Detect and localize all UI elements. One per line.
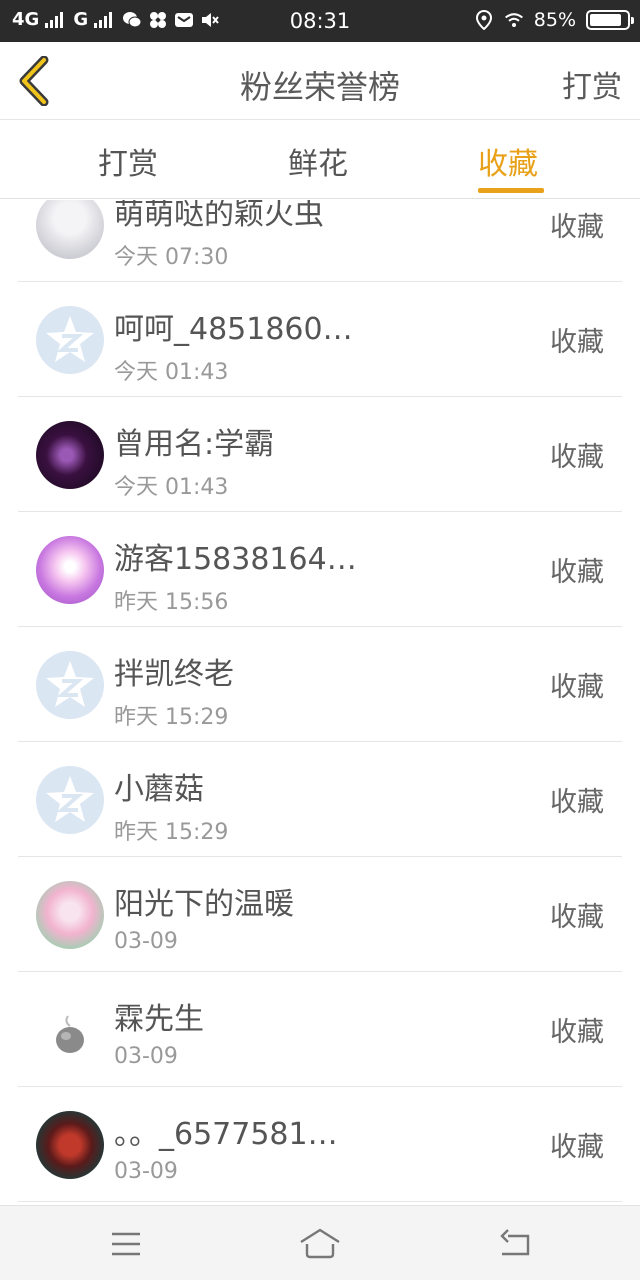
location-icon — [474, 10, 494, 30]
list-item[interactable]: 小蘑菇 昨天 15:29 收藏 — [18, 742, 622, 857]
action-label: 收藏 — [550, 442, 604, 473]
battery-text: 85% — [533, 9, 576, 31]
avatar[interactable] — [36, 200, 104, 259]
default-avatar-icon[interactable] — [36, 651, 104, 719]
battery-icon — [586, 10, 634, 30]
timestamp: 昨天 15:29 — [114, 705, 229, 730]
list-item[interactable]: 游客15838164… 昨天 15:56 收藏 — [18, 512, 622, 627]
avatar[interactable] — [36, 881, 104, 949]
status-bar: 4G G 08:31 85% — [0, 0, 640, 42]
avatar[interactable] — [36, 1111, 104, 1179]
user-name: 小蘑菇 — [114, 772, 204, 807]
user-name: 游客15838164… — [114, 542, 357, 577]
list-item[interactable]: 曾用名:学霸 今天 01:43 收藏 — [18, 397, 622, 512]
list-item[interactable]: 阳光下的温暖 03-09 收藏 — [18, 857, 622, 972]
default-avatar-icon[interactable] — [36, 306, 104, 374]
action-label: 收藏 — [550, 902, 604, 933]
tab-reward[interactable]: 打赏 — [98, 139, 158, 183]
action-label: 收藏 — [550, 327, 604, 358]
avatar[interactable] — [36, 421, 104, 489]
timestamp: 今天 07:30 — [114, 245, 229, 270]
user-name: 霖先生 — [114, 1002, 204, 1037]
action-label: 收藏 — [550, 1132, 604, 1163]
list-item[interactable]: 拌凯终老 昨天 15:29 收藏 — [18, 627, 622, 742]
user-name: 阳光下的温暖 — [114, 887, 294, 922]
timestamp: 今天 01:43 — [114, 475, 229, 500]
nav-bar: 粉丝荣誉榜 打赏 — [0, 42, 640, 120]
action-label: 收藏 — [550, 212, 604, 243]
system-nav-bar — [0, 1205, 640, 1280]
user-name: 萌萌哒的颖火虫 — [114, 200, 324, 232]
home-icon[interactable] — [298, 1224, 342, 1264]
timestamp: 昨天 15:56 — [114, 590, 229, 615]
active-tab-indicator — [478, 188, 544, 193]
fan-list[interactable]: 萌萌哒的颖火虫 今天 07:30 收藏 呵呵_4851860… 今天 01:43… — [0, 200, 640, 1205]
user-name: 拌凯终老 — [114, 657, 234, 692]
page-title: 粉丝荣誉榜 — [239, 68, 400, 106]
tab-flowers[interactable]: 鲜花 — [288, 139, 348, 183]
reward-button[interactable]: 打赏 — [562, 62, 622, 106]
action-label: 收藏 — [550, 1017, 604, 1048]
list-item[interactable]: 呵呵_4851860… 今天 01:43 收藏 — [18, 282, 622, 397]
timestamp: 03-09 — [114, 929, 178, 954]
wifi-icon — [504, 11, 524, 29]
timestamp: 03-09 — [114, 1044, 178, 1069]
avatar[interactable] — [36, 996, 104, 1064]
user-name: 呵呵_4851860… — [114, 312, 353, 347]
tab-bar: 打赏 鲜花 收藏 — [0, 121, 640, 199]
avatar[interactable] — [36, 536, 104, 604]
default-avatar-icon[interactable] — [36, 766, 104, 834]
back-icon[interactable] — [494, 1224, 538, 1264]
timestamp: 昨天 15:29 — [114, 820, 229, 845]
user-name: 曾用名:学霸 — [114, 427, 275, 462]
list-item[interactable]: 萌萌哒的颖火虫 今天 07:30 收藏 — [18, 200, 622, 282]
action-label: 收藏 — [550, 672, 604, 703]
action-label: 收藏 — [550, 787, 604, 818]
tab-favorites[interactable]: 收藏 — [478, 139, 538, 183]
menu-icon[interactable] — [104, 1224, 148, 1264]
timestamp: 03-09 — [114, 1159, 178, 1184]
timestamp: 今天 01:43 — [114, 360, 229, 385]
user-name: 。。_6577581… — [114, 1117, 338, 1152]
action-label: 收藏 — [550, 557, 604, 588]
status-right: 85% — [474, 9, 634, 31]
list-item[interactable]: 。。_6577581… 03-09 收藏 — [18, 1087, 622, 1202]
list-item[interactable]: 霖先生 03-09 收藏 — [18, 972, 622, 1087]
